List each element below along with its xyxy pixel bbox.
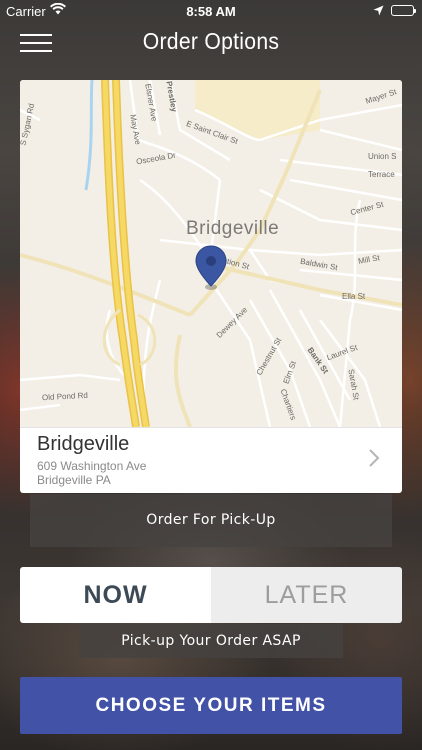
map-view[interactable]: S Sygan Rd May Ave Elsner Ave Prestley E… [20, 80, 402, 427]
location-name: Bridgeville [37, 433, 130, 455]
timing-option-later[interactable]: LATER [211, 567, 402, 623]
location-arrow-icon [373, 4, 384, 19]
choose-items-button[interactable]: CHOOSE YOUR ITEMS [20, 677, 402, 734]
navigation-bar: Order Options [0, 22, 422, 66]
status-bar: Carrier 8:58 AM [0, 0, 422, 22]
map-city-label: Bridgeville [186, 218, 280, 239]
page-title: Order Options [142, 28, 280, 54]
street-label: Union S [368, 152, 397, 161]
street-label: Ella St [342, 292, 366, 301]
street-label: Terrace [368, 170, 395, 179]
timing-note: Pick-up Your Order ASAP [79, 624, 343, 658]
timing-option-now[interactable]: NOW [20, 567, 211, 623]
location-address-line2: Bridgeville PA [37, 473, 111, 487]
status-time: 8:58 AM [186, 4, 236, 19]
chevron-right-icon [368, 448, 380, 472]
order-type-button[interactable]: Order For Pick-Up [30, 494, 392, 547]
timing-toggle: NOW LATER [20, 567, 402, 623]
location-card: S Sygan Rd May Ave Elsner Ave Prestley E… [20, 80, 402, 493]
battery-icon [391, 5, 416, 16]
location-row[interactable]: Bridgeville 609 Washington Ave Bridgevil… [20, 427, 402, 493]
location-address-line1: 609 Washington Ave [37, 459, 147, 473]
